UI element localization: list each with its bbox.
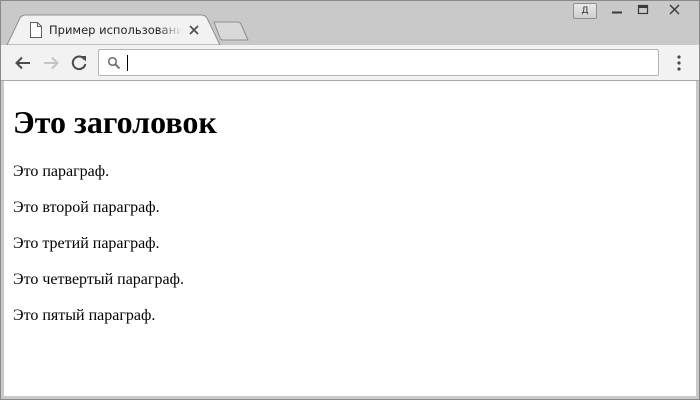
paragraph: Это третий параграф.	[13, 235, 160, 252]
page-heading: Это заголовок	[13, 104, 217, 140]
minimize-button[interactable]	[604, 2, 630, 18]
maximize-button[interactable]	[630, 2, 656, 18]
close-window-button[interactable]	[660, 2, 690, 18]
text-caret	[127, 55, 128, 71]
browser-toolbar	[1, 45, 699, 81]
document-icon	[30, 22, 42, 38]
back-button[interactable]	[12, 52, 34, 74]
reload-button[interactable]	[68, 52, 90, 74]
paragraph: Это пятый параграф.	[13, 307, 156, 324]
close-tab-icon[interactable]	[187, 23, 201, 37]
page-viewport: Это заголовок Это параграф. Это второй п…	[4, 81, 696, 396]
search-icon	[107, 56, 121, 70]
paragraph: Это второй параграф.	[13, 199, 160, 216]
address-input[interactable]	[126, 53, 646, 72]
profile-button[interactable]: Д	[573, 3, 597, 19]
browser-window: Пример использования тега Д	[0, 0, 700, 400]
tab-title: Пример использования тега	[49, 23, 182, 37]
paragraph: Это параграф.	[13, 163, 110, 180]
menu-icon[interactable]	[670, 53, 688, 73]
forward-button[interactable]	[40, 52, 62, 74]
tab-strip: Пример использования тега Д	[1, 1, 699, 45]
paragraph: Это четвертый параграф.	[13, 271, 184, 288]
new-tab-button[interactable]	[213, 21, 251, 41]
address-bar[interactable]	[98, 49, 659, 76]
profile-label: Д	[581, 6, 589, 16]
